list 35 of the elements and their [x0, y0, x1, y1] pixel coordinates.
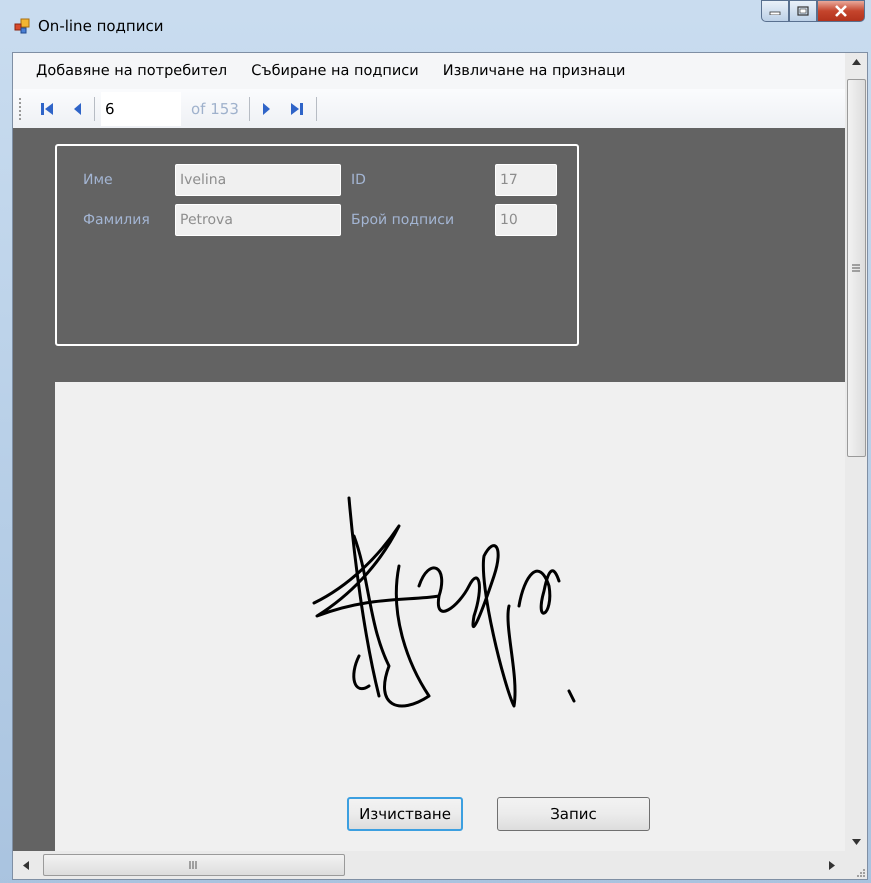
close-button[interactable]	[817, 0, 865, 22]
right-triangle-icon	[262, 100, 272, 116]
horizontal-scrollbar[interactable]	[13, 851, 845, 879]
scroll-left-icon	[23, 860, 29, 870]
size-grip-icon[interactable]	[855, 867, 865, 877]
maximize-button[interactable]	[789, 0, 817, 22]
scroll-right-icon	[829, 860, 835, 870]
grip-icon	[852, 264, 860, 272]
menu-item[interactable]: Събиране на подписи	[242, 59, 428, 83]
left-triangle-icon	[72, 100, 82, 116]
grip-icon	[189, 861, 199, 869]
minimize-button[interactable]	[761, 0, 789, 22]
field-label: ID	[350, 172, 367, 188]
scroll-thumb[interactable]	[846, 79, 866, 457]
maximize-icon	[797, 6, 809, 16]
app-icon	[14, 18, 30, 34]
menu-item[interactable]: Извличане на признаци	[434, 59, 634, 83]
scroll-thumb[interactable]	[43, 854, 345, 876]
signature-canvas[interactable]: Изчистване Запис	[55, 382, 845, 851]
scroll-down-icon	[852, 839, 860, 845]
close-icon	[834, 5, 848, 17]
field-label: Име	[83, 172, 114, 188]
record-count: of 153	[190, 100, 240, 118]
menu-item[interactable]: Добавяне на потребител	[27, 59, 236, 83]
grip-icon	[19, 98, 22, 120]
window-title: On-line подписи	[38, 17, 164, 35]
skip-to-end-icon	[290, 100, 304, 116]
field-label: Фамилия	[83, 212, 151, 228]
vertical-scrollbar[interactable]	[845, 53, 867, 851]
position-field[interactable]: 6	[101, 92, 181, 126]
action-button[interactable]: Запис	[497, 797, 650, 831]
field-label: Брой подписи	[350, 212, 456, 228]
skip-to-start-icon	[40, 100, 54, 116]
action-button[interactable]: Изчистване	[347, 797, 463, 831]
scroll-up-icon	[852, 59, 860, 65]
